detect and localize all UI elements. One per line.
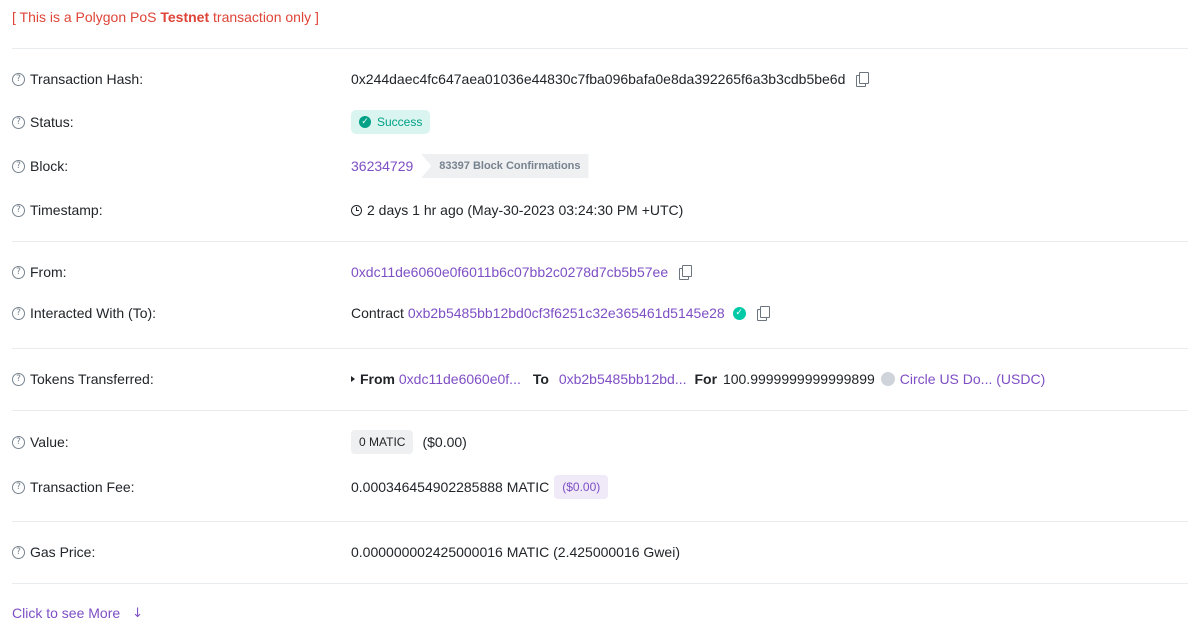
contract-prefix: Contract bbox=[351, 305, 404, 321]
divider bbox=[12, 410, 1188, 411]
row-transaction-fee: ? Transaction Fee: 0.000346454902285888 M… bbox=[0, 475, 1188, 499]
row-block: ? Block: 36234729 83397 Block Confirmatio… bbox=[0, 154, 1188, 178]
verified-check-icon: ✓ bbox=[732, 306, 746, 320]
copy-icon[interactable] bbox=[756, 306, 770, 321]
gas-price-value: 0.000000002425000016 MATIC (2.425000016 … bbox=[351, 544, 680, 560]
question-circle-icon[interactable]: ? bbox=[12, 435, 25, 449]
transaction-hash-value: 0x244daec4fc647aea01036e44830c7fba096baf… bbox=[351, 71, 846, 87]
from-address-link[interactable]: 0xdc11de6060e0f6011b6c07bb2c0278d7cb5b57… bbox=[351, 264, 668, 280]
divider bbox=[12, 583, 1188, 584]
divider bbox=[12, 241, 1188, 242]
question-circle-icon[interactable]: ? bbox=[12, 115, 25, 129]
testnet-banner: [ This is a Polygon PoS Testnet transact… bbox=[12, 9, 319, 25]
timestamp-value: 2 days 1 hr ago (May-30-2023 03:24:30 PM… bbox=[367, 202, 684, 218]
contract-address-link[interactable]: 0xb2b5485bb12bd0cf3f6251c32e365461d5145e… bbox=[408, 305, 725, 321]
copy-icon[interactable] bbox=[678, 265, 693, 280]
check-circle-icon: ✓ bbox=[359, 116, 371, 128]
token-amount: 100.9999999999999899 bbox=[722, 371, 875, 387]
question-circle-icon[interactable]: ? bbox=[12, 545, 25, 559]
copy-icon[interactable] bbox=[855, 72, 870, 87]
question-circle-icon[interactable]: ? bbox=[12, 372, 25, 386]
fee-amount: 0.000346454902285888 MATIC bbox=[351, 479, 550, 495]
fee-usd-badge: ($0.00) bbox=[554, 475, 609, 499]
see-more-button[interactable]: Click to see More ↓ bbox=[12, 605, 143, 621]
question-circle-icon[interactable]: ? bbox=[12, 306, 25, 320]
row-gas-price: ? Gas Price: 0.000000002425000016 MATIC (… bbox=[0, 542, 1188, 562]
arrow-down-icon: ↓ bbox=[132, 605, 144, 621]
clock-icon bbox=[351, 204, 362, 216]
block-number-link[interactable]: 36234729 bbox=[351, 158, 413, 174]
divider bbox=[12, 48, 1188, 49]
caret-right-icon[interactable] bbox=[351, 376, 355, 382]
question-circle-icon[interactable]: ? bbox=[12, 480, 25, 494]
row-timestamp: ? Timestamp: 2 days 1 hr ago (May-30-2023… bbox=[0, 200, 1188, 220]
value-usd: ($0.00) bbox=[422, 434, 467, 450]
block-confirmations-badge: 83397 Block Confirmations bbox=[421, 154, 589, 178]
question-circle-icon[interactable]: ? bbox=[12, 159, 25, 173]
transaction-details: [ This is a Polygon PoS Testnet transact… bbox=[0, 0, 1188, 641]
question-circle-icon[interactable]: ? bbox=[12, 265, 25, 279]
row-status: ? Status: ✓ Success bbox=[0, 110, 1188, 134]
question-circle-icon[interactable]: ? bbox=[12, 203, 25, 217]
row-from: ? From: 0xdc11de6060e0f6011b6c07bb2c0278d… bbox=[0, 262, 1188, 282]
row-transaction-hash: ? Transaction Hash: 0x244daec4fc647aea010… bbox=[0, 69, 1188, 89]
divider bbox=[12, 348, 1188, 349]
value-badge: 0 MATIC bbox=[351, 430, 414, 454]
row-interacted-with: ? Interacted With (To): Contract 0xb2b548… bbox=[0, 303, 1188, 323]
token-to-link[interactable]: 0xb2b5485bb12bd... bbox=[559, 371, 687, 387]
token-from-link[interactable]: 0xdc11de6060e0f... bbox=[399, 371, 521, 387]
usdc-token-icon bbox=[880, 372, 895, 386]
row-tokens-transferred: ? Tokens Transferred: From 0xdc11de6060e0… bbox=[0, 369, 1188, 389]
question-circle-icon[interactable]: ? bbox=[12, 72, 25, 86]
testnet-label: Testnet bbox=[160, 9, 210, 25]
token-name-link[interactable]: Circle US Do... (USDC) bbox=[900, 371, 1045, 387]
status-badge: ✓ Success bbox=[351, 110, 431, 134]
row-value: ? Value: 0 MATIC ($0.00) bbox=[0, 430, 1188, 454]
divider bbox=[12, 521, 1188, 522]
